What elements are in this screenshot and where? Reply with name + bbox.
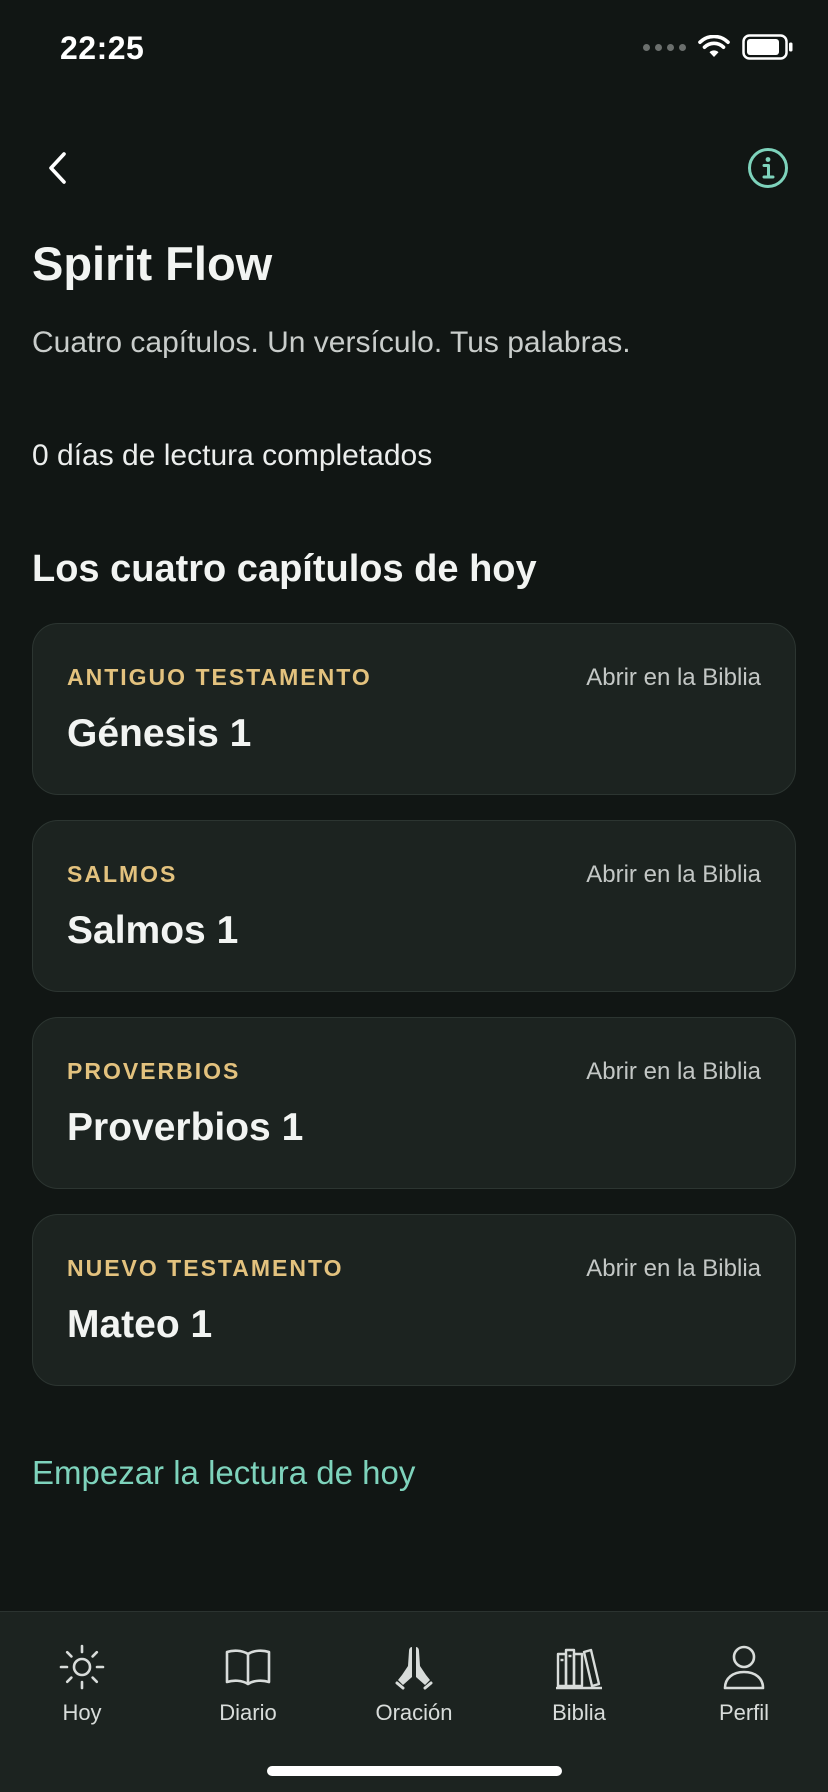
- chapter-category-label: PROVERBIOS: [67, 1058, 241, 1084]
- chapter-card-genesis[interactable]: ANTIGUO TESTAMENTO Abrir en la Biblia Gé…: [32, 623, 796, 795]
- tab-hoy[interactable]: Hoy: [22, 1642, 142, 1726]
- chapter-category-label: ANTIGUO TESTAMENTO: [67, 664, 372, 690]
- chevron-left-icon: [49, 152, 66, 184]
- tab-label: Perfil: [718, 1700, 770, 1725]
- status-bar: 22:25: [0, 0, 828, 100]
- chapter-title: Génesis 1: [67, 712, 252, 755]
- tab-oracion[interactable]: Oración: [354, 1642, 474, 1726]
- books-icon: [556, 1648, 602, 1690]
- home-indicator: [267, 1766, 562, 1776]
- tab-label: Biblia: [552, 1700, 606, 1725]
- wifi-icon: [698, 35, 730, 57]
- tab-label: Oración: [375, 1700, 453, 1725]
- sun-icon: [59, 1644, 105, 1690]
- status-time: 22:25: [60, 30, 145, 66]
- tab-label: Diario: [219, 1700, 277, 1725]
- page-subtitle: Cuatro capítulos. Un versículo. Tus pala…: [32, 326, 631, 359]
- chapter-category-label: NUEVO TESTAMENTO: [67, 1255, 344, 1281]
- chapter-title: Proverbios 1: [67, 1106, 304, 1149]
- tab-bar: Hoy Diario Oración Biblia Perfil: [0, 1611, 828, 1792]
- info-button[interactable]: [746, 146, 790, 190]
- screen: 22:25 Spirit Flow Cuatro capítulos. Un v…: [0, 0, 828, 1792]
- reading-days-stat: 0 días de lectura completados: [32, 439, 433, 472]
- chapter-title: Mateo 1: [67, 1303, 213, 1346]
- page-title: Spirit Flow: [32, 237, 273, 290]
- chapter-card-salmos[interactable]: SALMOS Abrir en la Biblia Salmos 1: [32, 820, 796, 992]
- chapter-card-proverbios[interactable]: PROVERBIOS Abrir en la Biblia Proverbios…: [32, 1017, 796, 1189]
- open-in-bible-link[interactable]: Abrir en la Biblia: [586, 664, 761, 692]
- start-reading-link[interactable]: Empezar la lectura de hoy: [32, 1454, 415, 1492]
- tab-perfil[interactable]: Perfil: [684, 1642, 804, 1726]
- person-icon: [723, 1645, 765, 1690]
- info-circle-icon: [748, 148, 788, 188]
- open-book-icon: [225, 1649, 271, 1686]
- open-in-bible-link[interactable]: Abrir en la Biblia: [586, 861, 761, 889]
- tab-diario[interactable]: Diario: [188, 1642, 308, 1726]
- status-icons: [643, 34, 794, 60]
- chapter-category-label: SALMOS: [67, 861, 178, 887]
- chapter-card-mateo[interactable]: NUEVO TESTAMENTO Abrir en la Biblia Mate…: [32, 1214, 796, 1386]
- signal-icon: [643, 43, 686, 51]
- section-title: Los cuatro capítulos de hoy: [32, 548, 537, 590]
- open-in-bible-link[interactable]: Abrir en la Biblia: [586, 1058, 761, 1086]
- chapter-list: ANTIGUO TESTAMENTO Abrir en la Biblia Gé…: [32, 623, 796, 1411]
- open-in-bible-link[interactable]: Abrir en la Biblia: [586, 1255, 761, 1283]
- tab-label: Hoy: [62, 1700, 102, 1725]
- back-button[interactable]: [38, 144, 78, 192]
- chapter-title: Salmos 1: [67, 909, 239, 952]
- tab-biblia[interactable]: Biblia: [519, 1642, 639, 1726]
- battery-icon: [742, 34, 793, 60]
- praying-hands-icon: [395, 1647, 433, 1690]
